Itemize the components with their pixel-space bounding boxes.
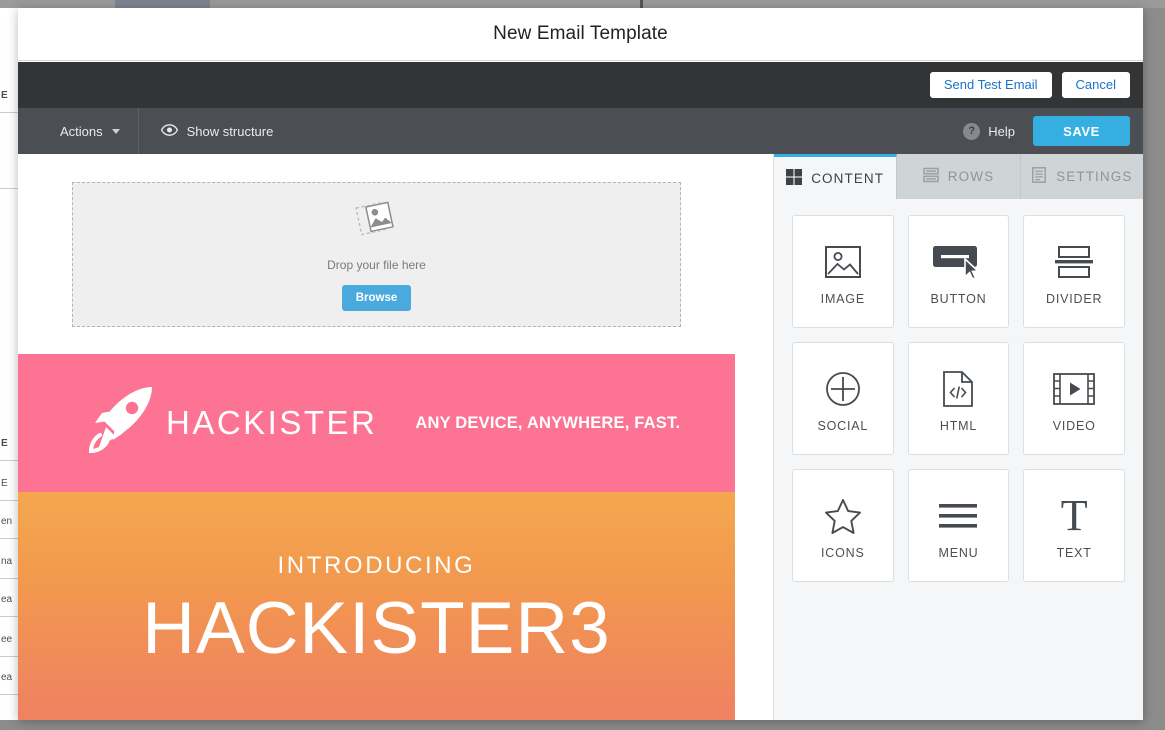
tile-menu[interactable]: MENU [907,469,1010,582]
panel-tabs: CONTENT ROWS SETTINGS [774,154,1143,199]
background-text-glyph: E [1,438,8,449]
help-button[interactable]: ? Help [963,122,1015,140]
code-file-icon [943,365,974,413]
background-text-glyph: na [1,556,13,567]
content-panel: CONTENT ROWS SETTINGS IMAGE BUTTON DIVID… [773,154,1143,720]
background-divider [0,538,18,539]
editor-top-bar: Send Test Email Cancel [18,62,1143,108]
tile-video-label: VIDEO [1052,418,1096,433]
image-dropzone[interactable]: Drop your file here Browse [72,182,681,327]
tab-rows-label: ROWS [947,169,995,184]
document-icon [1031,167,1047,186]
tile-social-label: SOCIAL [817,418,869,433]
hamburger-icon [939,492,978,540]
email-canvas[interactable]: Drop your file here Browse HACKISTER ANY… [18,154,773,720]
tile-divider[interactable]: DIVIDER [1023,215,1125,328]
background-text-glyph: E [1,90,8,101]
show-structure-toggle[interactable]: Show structure [139,108,290,154]
background-divider [0,578,18,579]
background-text-glyph: en [1,516,13,527]
save-button[interactable]: SAVE [1033,116,1130,146]
tab-rows[interactable]: ROWS [897,154,1021,199]
star-icon [824,492,862,540]
tile-icons[interactable]: ICONS [792,469,894,582]
background-tab-segment [115,0,210,8]
tile-menu-label: MENU [938,545,979,560]
eye-icon [160,123,178,139]
tab-settings[interactable]: SETTINGS [1021,154,1143,199]
tile-image-label: IMAGE [820,291,865,306]
tile-html-label: HTML [939,418,978,433]
tile-text[interactable]: T TEXT [1023,469,1125,582]
actions-label: Actions [60,123,103,139]
chevron-down-icon [111,128,120,134]
page-title: New Email Template [493,23,668,44]
grid-icon [786,168,803,188]
brand-name: HACKISTER [166,404,378,441]
background-text-glyph: E [1,478,8,489]
editor-body: Drop your file here Browse HACKISTER ANY… [18,154,1143,720]
email-hero-row[interactable]: INTRODUCING HACKISTER3 [18,492,735,720]
tile-button-label: BUTTON [930,291,987,306]
show-structure-label: Show structure [186,123,274,139]
plus-circle-icon [825,365,861,413]
tab-content[interactable]: CONTENT [774,154,898,199]
background-bottom-bar [0,720,1165,730]
background-right-overlay [1143,8,1165,720]
tile-html[interactable]: HTML [907,342,1010,455]
background-divider [0,188,18,189]
tab-content-label: CONTENT [811,170,885,186]
rows-icon [923,167,939,186]
dropzone-text: Drop your file here [327,258,426,272]
cancel-button[interactable]: Cancel [1061,72,1130,98]
send-test-email-button[interactable]: Send Test Email [929,72,1052,98]
background-left-column: E E E en na ea ee ea [0,8,18,720]
brand-tagline: ANY DEVICE, ANYWHERE, FAST. [415,413,681,432]
background-tab-marker [640,0,643,8]
tile-text-label: TEXT [1056,545,1092,560]
tile-social[interactable]: SOCIAL [792,342,894,455]
tile-image[interactable]: IMAGE [792,215,894,328]
background-divider [0,694,18,695]
new-email-template-modal: New Email Template Send Test Email Cance… [18,8,1143,720]
editor-tool-bar: Actions Show structure ? Help SAVE [18,108,1143,154]
background-text-glyph: ea [1,594,13,605]
tile-button[interactable]: BUTTON [907,215,1010,328]
background-divider [0,500,18,501]
serif-t-icon: T [1060,490,1088,540]
question-mark-icon: ? [963,122,981,140]
background-text-glyph: ea [1,672,13,683]
tab-settings-label: SETTINGS [1056,169,1133,184]
hero-headline: HACKISTER3 [142,588,611,669]
rocket-icon [82,383,160,464]
content-tile-grid: IMAGE BUTTON DIVIDER SOCIAL HTML VIDEO I… [774,199,1143,598]
hero-eyebrow: INTRODUCING [277,552,476,579]
actions-dropdown[interactable]: Actions [18,108,139,154]
email-editor: Send Test Email Cancel Actions Show stru… [18,62,1143,720]
help-label: Help [988,123,1015,139]
film-play-icon [1053,365,1096,413]
tile-video[interactable]: VIDEO [1023,342,1125,455]
rocket-nose-cone-icon [378,710,578,720]
email-banner-row[interactable]: HACKISTER ANY DEVICE, ANYWHERE, FAST. [18,354,735,492]
browse-button[interactable]: Browse [341,285,412,311]
tool-bar-right-group: ? Help SAVE [963,116,1143,146]
button-cursor-icon [932,238,984,286]
tool-bar-left-group: Actions Show structure [18,108,289,154]
background-divider [0,616,18,617]
image-placeholder-icon [354,198,400,247]
background-divider [0,112,18,113]
modal-title-bar: New Email Template [18,8,1143,61]
divider-icon [1055,238,1094,286]
background-text-glyph: ee [1,634,13,645]
image-icon [824,238,861,286]
tile-divider-label: DIVIDER [1046,291,1103,306]
tile-icons-label: ICONS [821,545,865,560]
background-divider [0,460,18,461]
background-divider [0,656,18,657]
